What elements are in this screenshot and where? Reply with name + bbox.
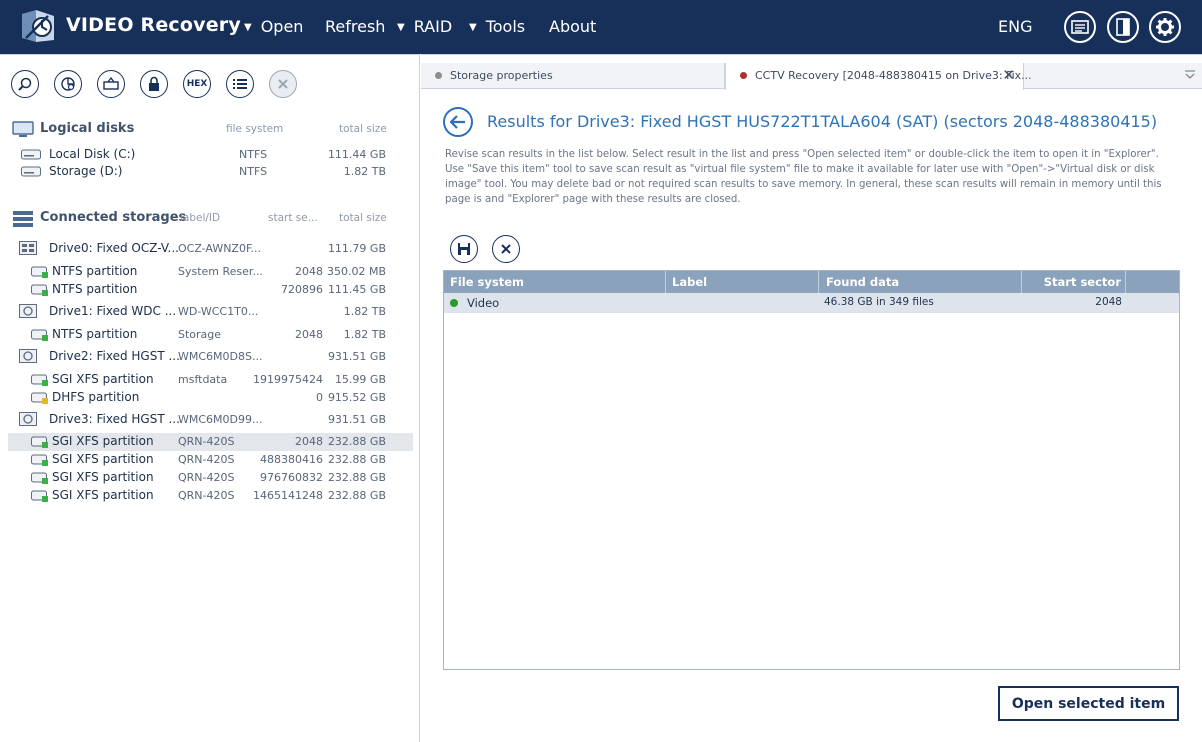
partition-icon xyxy=(31,454,48,469)
results-title: Results for Drive3: Fixed HGST HUS722T1T… xyxy=(487,112,1158,131)
gear-icon xyxy=(1156,18,1174,36)
magnifier-icon xyxy=(18,77,32,91)
menu-about[interactable]: About xyxy=(549,17,596,36)
storage-row-partition[interactable]: NTFS partition Storage 2048 1.82 TB xyxy=(8,326,413,344)
save-item-button[interactable] xyxy=(450,235,478,263)
menu-tools[interactable]: ▼ Tools xyxy=(469,17,525,36)
partition-icon xyxy=(31,329,48,344)
menu-open[interactable]: ▼ Open xyxy=(244,17,303,36)
panel-icon xyxy=(1116,18,1130,36)
scan-pie-icon xyxy=(61,77,75,91)
lock-button[interactable] xyxy=(140,70,168,98)
search-button[interactable] xyxy=(11,70,39,98)
connected-storages-header: Connected storages label/ID start se... … xyxy=(10,208,410,228)
storage-row-partition[interactable]: SGI XFS partition QRN-420S 1465141248 23… xyxy=(8,487,413,505)
log-icon xyxy=(1071,20,1089,34)
tab-status-dot xyxy=(435,72,442,79)
close-icon xyxy=(278,79,288,89)
partition-warning-icon xyxy=(31,392,48,407)
results-description: Revise scan results in the list below. S… xyxy=(445,149,1162,205)
tab-storage-properties[interactable]: Storage properties xyxy=(421,63,725,89)
column-label[interactable]: Label xyxy=(666,271,819,293)
log-button[interactable] xyxy=(1064,11,1096,43)
language-selector[interactable]: ENG xyxy=(998,17,1032,36)
disk-icon xyxy=(21,166,41,180)
hdd-icon xyxy=(19,412,37,429)
create-image-button[interactable] xyxy=(97,70,125,98)
partition-icon xyxy=(31,490,48,505)
back-button[interactable] xyxy=(443,107,473,137)
disk-icon xyxy=(21,149,41,163)
grid-header: File system Label Found data Start secto… xyxy=(444,271,1179,293)
storage-row-partition[interactable]: NTFS partition System Reser... 2048 350.… xyxy=(8,263,413,281)
logical-disk-d[interactable]: Storage (D:) NTFS 1.82 TB xyxy=(8,163,413,181)
app-logo-icon xyxy=(18,8,58,46)
storage-row-partition[interactable]: SGI XFS partition QRN-420S 488380416 232… xyxy=(8,451,413,469)
tab-bar: Storage properties CCTV Recovery [2048-4… xyxy=(421,63,1202,90)
tab-status-dot xyxy=(740,72,747,79)
caret-down-icon: ▼ xyxy=(469,22,477,33)
partition-icon xyxy=(31,284,48,299)
partition-icon xyxy=(31,374,48,389)
partition-icon xyxy=(31,266,48,281)
partition-icon xyxy=(31,436,48,451)
monitor-icon xyxy=(12,121,34,142)
storage-row-drive0[interactable]: Drive0: Fixed OCZ-V... OCZ-AWNZ0F... 111… xyxy=(8,240,413,258)
logical-disk-c[interactable]: Local Disk (C:) NTFS 111.44 GB xyxy=(8,146,413,164)
arrow-left-icon xyxy=(450,115,465,129)
tab-cctv-recovery[interactable]: CCTV Recovery [2048-488380415 on Drive3:… xyxy=(725,63,1032,90)
menu-raid[interactable]: ▼ RAID xyxy=(397,17,452,36)
save-icon xyxy=(458,243,470,255)
storages-panel: HEX Logical disks file system total size… xyxy=(0,54,420,742)
open-selected-item-button[interactable]: Open selected item xyxy=(998,686,1179,721)
hex-button[interactable]: HEX xyxy=(183,70,211,98)
logical-disks-header: Logical disks file system total size xyxy=(10,119,410,139)
column-found-data[interactable]: Found data xyxy=(819,271,1022,293)
scan-button[interactable] xyxy=(54,70,82,98)
delete-item-button[interactable] xyxy=(492,235,520,263)
hdd-icon xyxy=(19,349,37,366)
results-panel: Storage properties CCTV Recovery [2048-4… xyxy=(421,54,1202,742)
caret-down-icon: ▼ xyxy=(244,22,252,33)
storage-row-partition[interactable]: DHFS partition 0 915.52 GB xyxy=(8,389,413,407)
partition-icon xyxy=(31,472,48,487)
table-row[interactable]: Video 46.38 GB in 349 files 2048 xyxy=(444,293,1179,313)
settings-button[interactable] xyxy=(1149,11,1181,43)
storage-row-drive3[interactable]: Drive3: Fixed HGST ... WMC6M0D99... 931.… xyxy=(8,411,413,429)
top-bar: VIDEO Recovery ▼ Open Refresh ▼ RAID ▼ Tool… xyxy=(0,0,1202,54)
list-button[interactable] xyxy=(226,70,254,98)
column-file-system[interactable]: File system xyxy=(444,271,666,293)
storage-stack-icon xyxy=(12,210,34,231)
status-dot xyxy=(450,299,458,307)
storage-row-drive2[interactable]: Drive2: Fixed HGST ... WMC6M0D8S... 931.… xyxy=(8,348,413,366)
close-storage-button[interactable] xyxy=(269,70,297,98)
storage-row-partition[interactable]: SGI XFS partition QRN-420S 976760832 232… xyxy=(8,469,413,487)
app-title: VIDEO Recovery xyxy=(66,14,241,36)
tabs-menu-icon[interactable] xyxy=(1184,69,1196,84)
hdd-icon xyxy=(19,304,37,321)
disk-image-icon xyxy=(103,77,119,90)
storage-row-partition-selected[interactable]: SGI XFS partition QRN-420S 2048 232.88 G… xyxy=(8,433,413,451)
menu-refresh[interactable]: Refresh xyxy=(325,17,385,36)
panel-toggle-button[interactable] xyxy=(1107,11,1139,43)
column-start-sector[interactable]: Start sector xyxy=(1022,271,1126,293)
lock-icon xyxy=(149,76,159,91)
tab-close-icon[interactable]: ✕ xyxy=(1002,66,1015,84)
drive-icon xyxy=(19,241,37,258)
storage-row-partition[interactable]: SGI XFS partition msftdata 1919975424 15… xyxy=(8,371,413,389)
caret-down-icon: ▼ xyxy=(397,22,405,33)
storage-row-partition[interactable]: NTFS partition 720896 111.45 GB xyxy=(8,281,413,299)
storage-row-drive1[interactable]: Drive1: Fixed WDC ... WD-WCC1T0... 1.82 … xyxy=(8,303,413,321)
list-icon xyxy=(233,79,247,89)
results-grid: File system Label Found data Start secto… xyxy=(443,270,1180,670)
close-icon xyxy=(501,244,511,254)
